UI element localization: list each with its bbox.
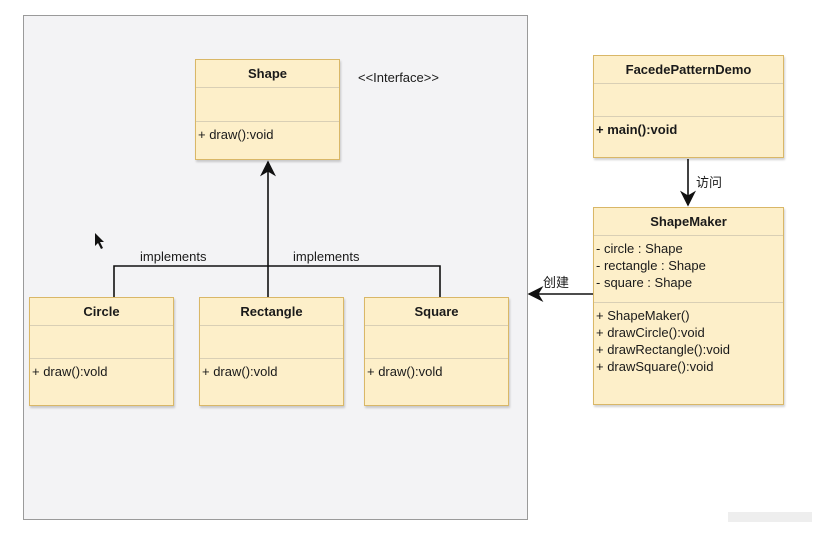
attribute: - rectangle : Shape [596, 258, 706, 273]
method: + drawCircle():void [596, 325, 705, 340]
class-shape-maker[interactable]: ShapeMaker - circle : Shape - rectangle … [593, 207, 784, 405]
class-name: Circle [30, 298, 173, 326]
attributes-section [594, 84, 783, 117]
class-square[interactable]: Square + draw():vold [364, 297, 509, 406]
method: + draw():vold [32, 364, 108, 379]
method: + draw():vold [367, 364, 443, 379]
mouse-cursor-icon [95, 233, 104, 249]
method: + ShapeMaker() [596, 308, 690, 323]
implements-branch [113, 265, 441, 297]
class-rectangle[interactable]: Rectangle + draw():vold [199, 297, 344, 406]
stereotype-label: <<Interface>> [358, 70, 439, 85]
attributes-section [200, 326, 343, 359]
attributes-section: - circle : Shape - rectangle : Shape - s… [594, 236, 783, 303]
class-name: Square [365, 298, 508, 326]
create-label: 创建 [543, 275, 570, 290]
method: + drawSquare():void [596, 359, 714, 374]
method: + draw():vold [202, 364, 278, 379]
class-name: ShapeMaker [594, 208, 783, 236]
attributes-section [365, 326, 508, 359]
class-facede-pattern-demo[interactable]: FacedePatternDemo + main():void [593, 55, 784, 158]
implements-label-left: implements [140, 249, 207, 264]
method: + main():void [596, 122, 678, 137]
attributes-section [30, 326, 173, 359]
implements-label-right: implements [293, 249, 360, 264]
method: + drawRectangle():void [596, 342, 731, 357]
class-name: Shape [196, 60, 339, 88]
class-shape[interactable]: Shape + draw():void [195, 59, 340, 160]
visit-label: 访问 [696, 175, 723, 190]
watermark [728, 512, 812, 522]
method: + draw():void [198, 127, 274, 142]
class-circle[interactable]: Circle + draw():vold [29, 297, 174, 406]
methods-section: + ShapeMaker() + drawCircle():void + dra… [594, 303, 783, 379]
attribute: - circle : Shape [596, 241, 683, 256]
class-name: FacedePatternDemo [594, 56, 783, 84]
attribute: - square : Shape [596, 275, 693, 290]
attributes-section [196, 88, 339, 122]
class-name: Rectangle [200, 298, 343, 326]
